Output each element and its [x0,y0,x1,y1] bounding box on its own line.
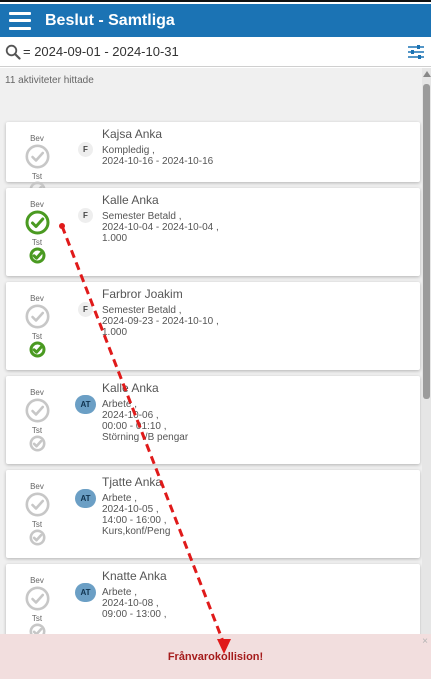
activity-type-badge: F [78,142,93,157]
detail-line: Arbete , [102,587,138,598]
activity-card[interactable]: Bev Tst AT Tjatte Anka Arbete , 2024-10-05 ,1… [6,470,420,558]
activity-type-badge: AT [75,583,96,602]
toast-message: Frånvarokollision! [167,650,264,663]
detail-line: Semester Betald , [102,211,182,222]
tst-label: Tst [31,172,43,181]
bev-status-icon[interactable] [25,586,50,616]
activity-details: Semester Betald , 2024-09-23 - 2024-10-10… [102,305,219,338]
activity-list[interactable]: 11 aktiviteter hittade Bev Tst F Kajsa Anka… [0,68,431,679]
menu-icon[interactable] [9,11,31,30]
check-circle-grey-icon [29,435,46,452]
activity-details: Arbete , 2024-10-06 , 00:00 - 01:10 , Störn… [102,399,188,443]
bev-status-icon[interactable] [25,144,50,174]
bev-label: Bev [30,576,44,585]
tst-status-icon[interactable] [29,529,46,551]
bev-status-icon[interactable] [25,492,50,522]
check-circle-green-icon [29,341,46,358]
tst-status-icon[interactable] [29,435,46,457]
person-name: Kalle Anka [102,193,159,207]
person-name: Kajsa Anka [102,127,163,141]
bev-label: Bev [30,294,44,303]
activity-type-badge: AT [75,395,96,414]
tst-label: Tst [31,520,43,529]
activity-card[interactable]: Bev Tst F Farbror Joakim Semester Betald , 20… [6,282,420,370]
check-circle-grey-icon [25,586,50,611]
result-count: 11 aktiviteter hittade [5,75,94,86]
person-name: Farbror Joakim [102,287,183,301]
check-circle-grey-icon [25,304,50,329]
detail-line: Arbete , [102,399,138,410]
detail-line: 2024-10-16 - 2024-10-16 [102,156,214,167]
scrollbar-thumb[interactable] [423,84,430,399]
detail-line: 2024-10-08 , [102,598,159,609]
check-circle-grey-icon [25,144,50,169]
filter-settings-icon[interactable] [407,43,425,61]
tst-label: Tst [31,426,43,435]
bev-label: Bev [30,482,44,491]
detail-line: Störning I/B pengar [102,432,189,443]
tst-status-icon[interactable] [29,247,46,269]
bev-status-icon[interactable] [25,304,50,334]
search-icon[interactable] [5,44,21,60]
search-bar[interactable]: = 2024-09-01 - 2024-10-31 [0,37,431,67]
activity-details: Semester Betald , 2024-10-04 - 2024-10-04… [102,211,219,244]
check-circle-green-icon [29,247,46,264]
activity-type-badge: AT [75,489,96,508]
activity-type-badge: F [78,208,93,223]
scroll-up-icon[interactable] [423,71,431,77]
search-filter-text[interactable]: = 2024-09-01 - 2024-10-31 [23,44,179,59]
check-circle-grey-icon [25,492,50,517]
check-circle-green-icon [25,210,50,235]
person-name: Tjatte Anka [102,475,163,489]
activity-details: Kompledig , 2024-10-16 - 2024-10-16 [102,145,213,167]
app-frame: Beslut - Samtliga = 2024-09-01 - 2024-10… [0,0,431,679]
detail-line: 14:00 - 16:00 , [102,515,167,526]
activity-card[interactable]: Bev Tst F Kajsa Anka Kompledig , 2024-10-16 -… [6,122,420,198]
detail-line: 2024-10-05 , [102,504,159,515]
notification-toast: Frånvarokollision! × [0,634,431,679]
detail-line: 1.000 [102,327,128,338]
detail-line: 1.000 [102,233,128,244]
person-name: Kalle Anka [102,381,159,395]
toast-close-button[interactable]: × [422,636,428,647]
activity-type-badge: F [78,302,93,317]
activity-details: Arbete , 2024-10-05 , 14:00 - 16:00 , Kurs,… [102,493,170,537]
bev-label: Bev [30,134,44,143]
bev-status-icon[interactable] [25,210,50,240]
tst-label: Tst [31,332,43,341]
detail-line: 09:00 - 13:00 , [102,609,167,620]
tst-label: Tst [31,614,43,623]
activity-card[interactable]: Bev Tst F Kalle Anka Semester Betald , 2024-1… [6,188,420,276]
tst-label: Tst [31,238,43,247]
scrollbar[interactable] [422,68,431,679]
check-circle-grey-icon [29,529,46,546]
detail-line: 2024-09-23 - 2024-10-10 , [102,316,219,327]
check-circle-grey-icon [25,398,50,423]
activity-details: Arbete , 2024-10-08 , 09:00 - 13:00 , [102,587,167,620]
detail-line: Kompledig , [102,145,155,156]
tst-status-icon[interactable] [29,341,46,363]
detail-line: 2024-10-04 - 2024-10-04 , [102,222,219,233]
bev-label: Bev [30,200,44,209]
detail-line: Arbete , [102,493,138,504]
detail-line: Kurs,konf/Peng [102,526,171,537]
app-header: Beslut - Samtliga [0,4,431,37]
bev-status-icon[interactable] [25,398,50,428]
detail-line: Semester Betald , [102,305,182,316]
person-name: Knatte Anka [102,569,167,583]
detail-line: 2024-10-06 , [102,410,159,421]
detail-line: 00:00 - 01:10 , [102,421,167,432]
activity-card[interactable]: Bev Tst AT Kalle Anka Arbete , 2024-10-06 , 00… [6,376,420,464]
page-title: Beslut - Samtliga [45,11,175,29]
bev-label: Bev [30,388,44,397]
